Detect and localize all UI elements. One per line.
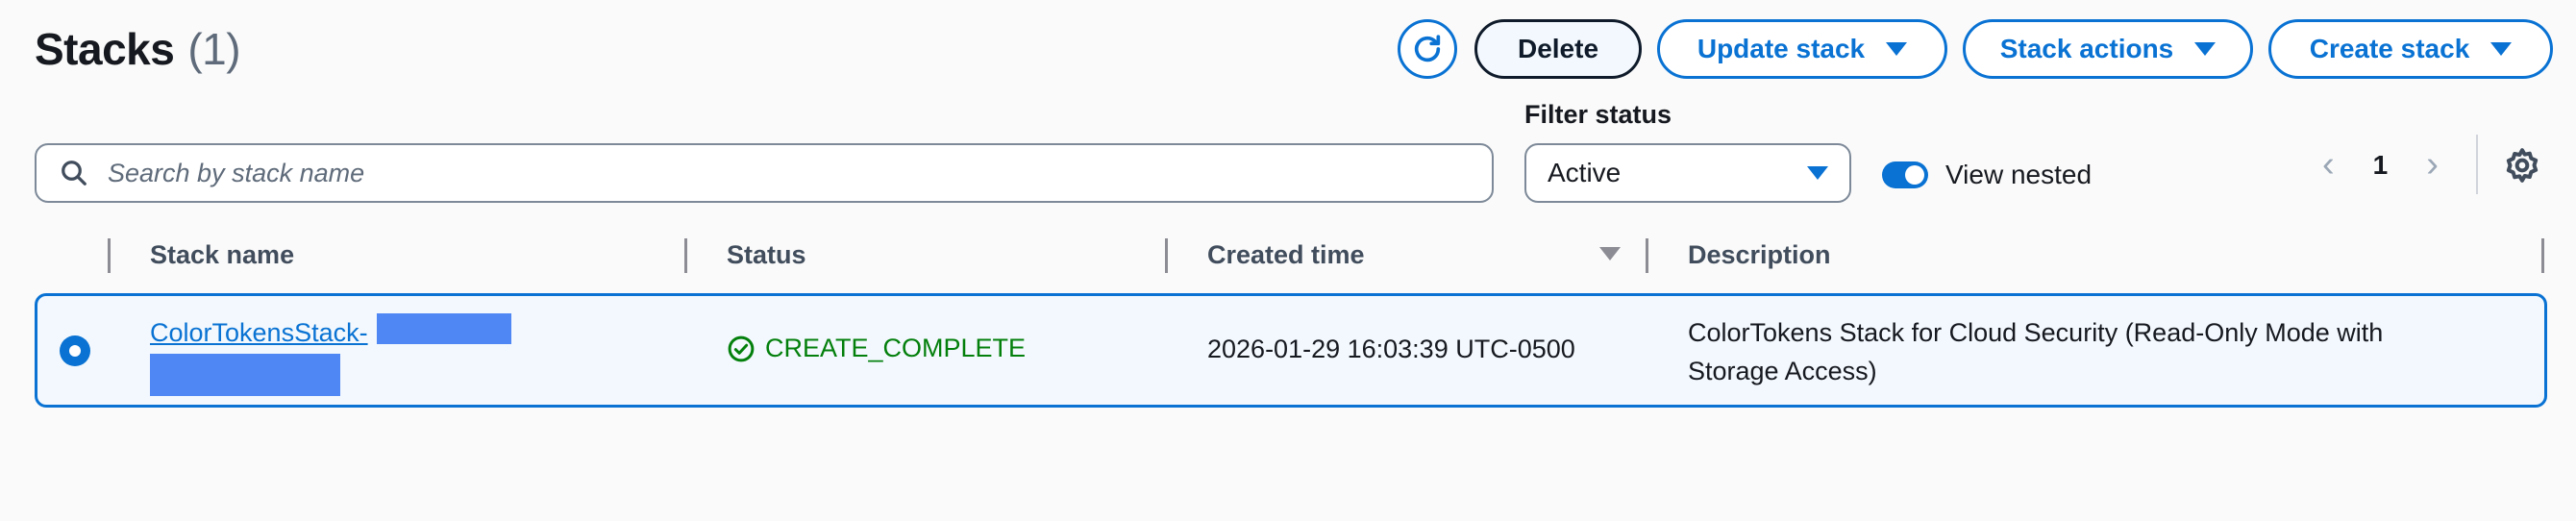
column-header-stack-name[interactable]: Stack name: [150, 240, 294, 270]
status-badge: CREATE_COMPLETE: [727, 334, 1026, 363]
divider: [2476, 135, 2478, 194]
gear-icon[interactable]: [2503, 146, 2541, 185]
column-divider[interactable]: [684, 238, 687, 273]
row-select-radio[interactable]: [60, 335, 90, 366]
page-title-text: Stacks: [35, 24, 175, 74]
column-header-description[interactable]: Description: [1688, 240, 1831, 270]
filter-status-value: Active: [1548, 158, 1622, 187]
column-header-created-time[interactable]: Created time: [1207, 240, 1365, 270]
redacted-block: [150, 354, 340, 396]
current-page[interactable]: 1: [2373, 150, 2389, 181]
delete-button-label: Delete: [1517, 34, 1599, 63]
page-title: Stacks (1): [35, 23, 241, 75]
caret-down-icon: [2194, 42, 2217, 56]
create-stack-button[interactable]: Create stack: [2268, 19, 2553, 79]
caret-down-icon: [1886, 42, 1908, 56]
search-box: [35, 143, 1494, 203]
refresh-button[interactable]: [1398, 19, 1457, 79]
view-nested-label: View nested: [1945, 160, 2093, 189]
chevron-right-icon[interactable]: ›: [2426, 144, 2439, 186]
view-nested-control[interactable]: View nested: [1882, 160, 2092, 190]
caret-down-icon: [1807, 166, 1828, 180]
column-divider[interactable]: [1646, 238, 1648, 273]
stack-name-link[interactable]: ColorTokensStack-: [150, 315, 368, 350]
status-success-icon: [728, 335, 755, 361]
created-time: 2026-01-29 16:03:39 UTC-0500: [1207, 335, 1575, 363]
delete-button[interactable]: Delete: [1474, 19, 1642, 79]
status-text: CREATE_COMPLETE: [765, 334, 1027, 362]
update-stack-label: Update stack: [1697, 34, 1866, 63]
column-header-status[interactable]: Status: [727, 240, 806, 270]
chevron-left-icon[interactable]: ‹: [2322, 144, 2335, 186]
sort-down-icon[interactable]: [1599, 247, 1621, 260]
filter-status-select[interactable]: Active: [1524, 143, 1851, 203]
search-icon: [62, 161, 87, 186]
search-input[interactable]: [106, 157, 1436, 189]
column-divider[interactable]: [1165, 238, 1168, 273]
column-divider[interactable]: [2541, 238, 2544, 273]
create-stack-label: Create stack: [2309, 34, 2470, 63]
caret-down-icon: [2490, 42, 2513, 56]
stack-description: ColorTokens Stack for Cloud Security (Re…: [1688, 318, 2384, 385]
update-stack-button[interactable]: Update stack: [1657, 19, 1947, 79]
refresh-icon: [1414, 35, 1441, 62]
stack-actions-button[interactable]: Stack actions: [1963, 19, 2253, 79]
view-nested-toggle[interactable]: [1882, 161, 1928, 188]
pagination: ‹ 1 ›: [2322, 144, 2439, 186]
column-divider: [108, 238, 111, 273]
stack-count: (1): [187, 24, 241, 74]
redacted-block: [377, 313, 511, 344]
stack-actions-label: Stack actions: [1999, 34, 2174, 63]
filter-status-label: Filter status: [1524, 100, 1672, 129]
